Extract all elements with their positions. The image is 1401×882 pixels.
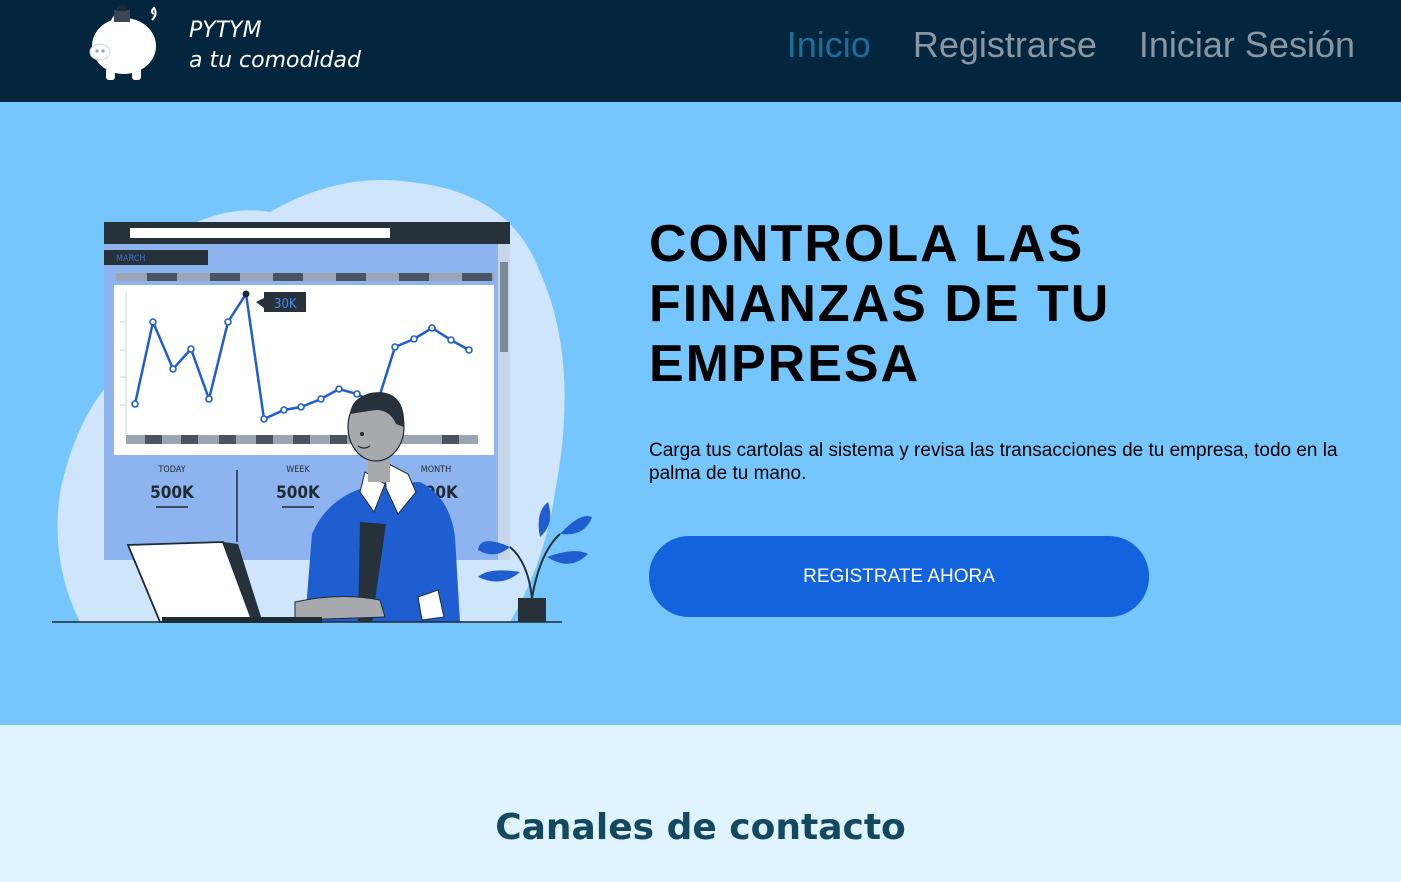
nav-inicio-link[interactable]: Inicio	[787, 24, 871, 66]
nav-menu: Inicio Registrarse Iniciar Sesión	[787, 24, 1355, 66]
stat-week-label: WEEK	[286, 465, 310, 475]
finance-dashboard-illustration: MARCH 30K TODAY 500K WEEK 500K MONTH 500…	[52, 180, 592, 623]
window-scrollbar-thumb	[500, 262, 508, 352]
stat-today-label: TODAY	[157, 465, 185, 475]
nav-registrarse-link[interactable]: Registrarse	[913, 24, 1097, 66]
navbar: PYTYM a tu comodidad Inicio Registrarse …	[0, 0, 1401, 102]
brand-name: PYTYM	[189, 18, 262, 43]
month-label: MARCH	[116, 254, 145, 264]
contact-section: Canales de contacto	[0, 725, 1401, 882]
hero-title: CONTROLA LAS FINANZAS DE TU EMPRESA	[649, 214, 1349, 394]
chart-footer-strip	[126, 435, 478, 444]
chart-header-strip	[116, 273, 494, 281]
hero-title-line-3: EMPRESA	[649, 335, 921, 393]
hero-title-line-1: CONTROLA LAS	[649, 215, 1085, 273]
hero-description: Carga tus cartolas al sistema y revisa l…	[649, 440, 1338, 484]
contact-title: Canales de contacto	[495, 807, 906, 848]
nav-iniciar-sesion-link[interactable]: Iniciar Sesión	[1139, 24, 1355, 66]
peak-tooltip-label: 30K	[274, 297, 297, 312]
window-address-bar	[130, 228, 390, 238]
hero-title-line-2: FINANZAS DE TU	[649, 275, 1111, 333]
stat-today-value: 500K	[150, 483, 195, 503]
brand-tagline: a tu comodidad	[189, 48, 361, 73]
stat-week-value: 500K	[276, 483, 321, 503]
hero-section: MARCH 30K TODAY 500K WEEK 500K MONTH 500…	[0, 102, 1401, 725]
register-now-button[interactable]: REGISTRATE AHORA	[649, 536, 1149, 617]
stat-month-label: MONTH	[421, 465, 451, 475]
piggy-bank-icon[interactable]	[86, 2, 166, 84]
brand-block: PYTYM a tu comodidad	[189, 16, 361, 76]
chart-peak-point	[242, 290, 250, 298]
